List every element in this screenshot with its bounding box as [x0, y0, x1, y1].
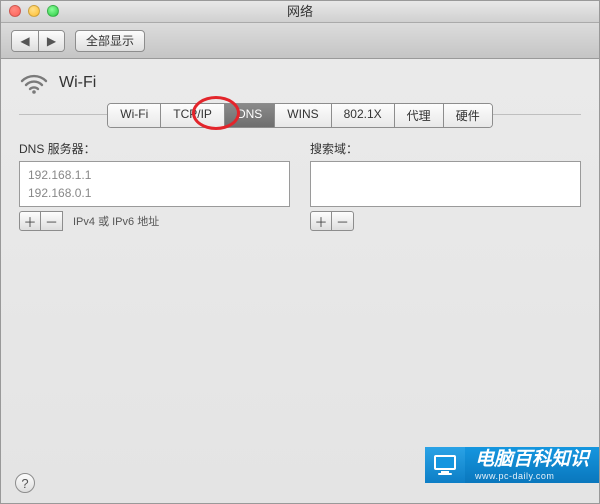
wifi-icon — [19, 71, 49, 95]
dns-servers-list[interactable]: 192.168.1.1 192.168.0.1 — [19, 161, 290, 207]
forward-button[interactable]: ▶ — [38, 31, 64, 51]
service-name: Wi-Fi — [59, 74, 96, 92]
help-button[interactable]: ? — [15, 473, 35, 493]
dns-hint: IPv4 或 IPv6 地址 — [73, 213, 159, 229]
watermark-url: www.pc-daily.com — [475, 471, 589, 481]
tab-proxy[interactable]: 代理 — [394, 104, 443, 127]
show-all-button[interactable]: 全部显示 — [75, 30, 145, 52]
search-add-button[interactable]: ＋ — [310, 211, 332, 231]
tab-wins[interactable]: WINS — [274, 104, 330, 127]
watermark-name: 电脑百科知识 — [475, 449, 589, 471]
dns-servers-label: DNS 服务器： — [19, 140, 290, 157]
tab-hardware[interactable]: 硬件 — [443, 104, 492, 127]
watermark-badge: 电脑百科知识 www.pc-daily.com — [425, 447, 599, 483]
close-window-button[interactable] — [9, 5, 21, 17]
tab-8021x[interactable]: 802.1X — [331, 104, 394, 127]
window-titlebar: 网络 — [1, 1, 599, 23]
content-area: Wi-Fi Wi-Fi TCP/IP DNS WINS 802.1X 代理 硬件… — [1, 59, 599, 503]
tab-tcpip[interactable]: TCP/IP — [160, 104, 224, 127]
search-domains-list[interactable] — [310, 161, 581, 207]
search-remove-button[interactable]: － — [332, 211, 354, 231]
list-item[interactable]: 192.168.0.1 — [28, 184, 281, 202]
window-title: 网络 — [287, 4, 313, 19]
dns-add-button[interactable]: ＋ — [19, 211, 41, 231]
search-domains-label: 搜索域： — [310, 140, 581, 157]
toolbar: ◀ ▶ 全部显示 — [1, 23, 599, 59]
nav-back-forward: ◀ ▶ — [11, 30, 65, 52]
minimize-window-button[interactable] — [28, 5, 40, 17]
back-button[interactable]: ◀ — [12, 31, 38, 51]
tab-wifi[interactable]: Wi-Fi — [108, 104, 160, 127]
tab-dns[interactable]: DNS — [224, 104, 274, 127]
traffic-lights — [9, 5, 59, 17]
monitor-icon — [425, 447, 465, 483]
tabs-segmented-control: Wi-Fi TCP/IP DNS WINS 802.1X 代理 硬件 — [107, 103, 492, 128]
list-item[interactable]: 192.168.1.1 — [28, 166, 281, 184]
dns-remove-button[interactable]: － — [41, 211, 63, 231]
zoom-window-button[interactable] — [47, 5, 59, 17]
